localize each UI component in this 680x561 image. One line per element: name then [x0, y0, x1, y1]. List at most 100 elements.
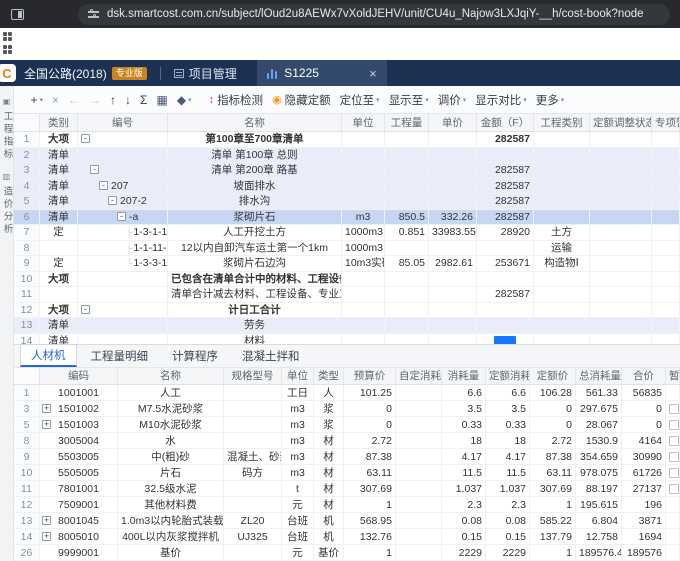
cell-amount[interactable] [477, 303, 534, 318]
collapse-icon[interactable]: - [81, 305, 90, 314]
cell-type[interactable]: 人 [314, 385, 344, 400]
cell-consume[interactable]: 3.5 [442, 401, 486, 416]
cell-custom-consume[interactable] [396, 513, 442, 528]
cell-work-class[interactable]: 土方 [534, 225, 590, 240]
cell-quantity[interactable] [385, 163, 429, 178]
cell-budget-price[interactable]: 63.11 [344, 465, 396, 480]
cell-quota-price[interactable]: 1 [530, 545, 576, 560]
cell-quota-consume[interactable]: 2229 [486, 545, 530, 560]
cost-row[interactable]: 3清单-清单 第200章 路基282587 [14, 163, 680, 179]
cell-name[interactable]: 清单 第200章 路基 [168, 163, 342, 178]
cell-unit-price[interactable] [429, 163, 477, 178]
cell-quota-price[interactable]: 0 [530, 401, 576, 416]
url-input[interactable]: dsk.smartcost.com.cn/subject/lOud2u8AEWx… [78, 4, 670, 25]
cell-name[interactable]: 中(粗)砂 [118, 449, 224, 464]
cell-spec[interactable] [224, 401, 282, 416]
cell-spec[interactable] [224, 481, 282, 496]
cell-spec[interactable]: 码方 [224, 465, 282, 480]
cell-amount[interactable] [477, 318, 534, 333]
undo-button[interactable]: ← [64, 89, 85, 111]
cell-quota-price[interactable]: 137.79 [530, 529, 576, 544]
cell-unit[interactable]: 台班 [282, 513, 314, 528]
cell-special[interactable] [652, 241, 680, 256]
cell-adjust-status[interactable] [590, 318, 652, 333]
cell-quota-price[interactable]: 106.28 [530, 385, 576, 400]
cell-type[interactable]: 基价 [314, 545, 344, 560]
cell-special[interactable] [652, 210, 680, 225]
cell-special[interactable] [652, 132, 680, 147]
cell-work-class[interactable] [534, 163, 590, 178]
cell-total-consume[interactable]: 12.758 [576, 529, 622, 544]
cell-code[interactable]: 5503005 [40, 449, 118, 464]
cell-quantity[interactable] [385, 272, 429, 287]
cost-row[interactable]: 10大项已包含在清单合计中的材料、工程设备 [14, 272, 680, 288]
grid-icon[interactable] [3, 32, 12, 41]
cell-code[interactable]: - [78, 132, 168, 147]
cell-code[interactable]: 3005004 [40, 433, 118, 448]
cell-unit[interactable]: 元 [282, 497, 314, 512]
cell-name[interactable]: 排水沟 [168, 194, 342, 209]
side-panel-icon[interactable] [11, 9, 24, 20]
cell-estimate[interactable] [666, 401, 680, 416]
expand-icon[interactable]: + [42, 420, 51, 429]
cell-code[interactable]: ├1-1-11-7 [78, 241, 168, 256]
cell-name[interactable]: 浆砌片石 [168, 210, 342, 225]
move-down-button[interactable]: ↓ [121, 89, 136, 111]
cell-category[interactable]: 清单 [40, 163, 78, 178]
cell-quantity[interactable] [385, 287, 429, 302]
cell-spec[interactable]: ZL20 [224, 513, 282, 528]
cell-unit[interactable] [342, 303, 385, 318]
cell-quantity[interactable] [385, 303, 429, 318]
resource-row[interactable]: 5+1501003M10水泥砂浆m3浆00.330.33028.0670 [14, 417, 680, 433]
cell-custom-consume[interactable] [396, 417, 442, 432]
cell-quota-consume[interactable]: 18 [486, 433, 530, 448]
cell-budget-price[interactable]: 2.72 [344, 433, 396, 448]
cell-unit-price[interactable]: 332.26 [429, 210, 477, 225]
cell-code[interactable]: ├1-3-1-1 [78, 225, 168, 240]
cell-code[interactable] [78, 318, 168, 333]
cell-budget-price[interactable]: 1 [344, 545, 396, 560]
cell-name[interactable]: 400L以内灰浆搅拌机 [118, 529, 224, 544]
collapse-icon[interactable]: - [108, 196, 117, 205]
tab-concrete-mix[interactable]: 混凝土拌和 [232, 345, 310, 367]
cell-unit[interactable] [342, 194, 385, 209]
collapse-icon[interactable]: - [99, 181, 108, 190]
cell-quota-price[interactable]: 2.72 [530, 433, 576, 448]
cell-work-class[interactable] [534, 148, 590, 163]
estimate-checkbox[interactable] [669, 436, 679, 446]
close-icon[interactable]: × [369, 67, 377, 80]
cell-budget-price[interactable]: 0 [344, 401, 396, 416]
cell-budget-price[interactable]: 0 [344, 417, 396, 432]
cell-special[interactable] [652, 225, 680, 240]
cell-total-price[interactable]: 0 [622, 401, 666, 416]
resource-row[interactable]: 269999001基价元基价1222922291189576.45189576 [14, 545, 680, 561]
cell-total-consume[interactable]: 189576.45 [576, 545, 622, 560]
project-metrics-rail-item[interactable]: ▣工程指标 [0, 86, 13, 161]
cell-amount[interactable]: 282587 [477, 210, 534, 225]
cell-type[interactable]: 浆 [314, 417, 344, 432]
cell-amount[interactable]: 282587 [477, 179, 534, 194]
cell-spec[interactable] [224, 497, 282, 512]
cell-code[interactable]: └1-3-3-1 [78, 256, 168, 271]
cell-budget-price[interactable]: 132.76 [344, 529, 396, 544]
cell-unit-price[interactable] [429, 148, 477, 163]
tab-calc-program[interactable]: 计算程序 [162, 345, 228, 367]
cell-unit-price[interactable] [429, 132, 477, 147]
cell-amount[interactable]: 282587 [477, 163, 534, 178]
cell-quantity[interactable]: 850.5 [385, 210, 429, 225]
cell-code[interactable]: 1001001 [40, 385, 118, 400]
estimate-checkbox[interactable] [669, 420, 679, 430]
cell-amount[interactable]: 253671 [477, 256, 534, 271]
cell-unit[interactable]: m3 [282, 433, 314, 448]
cell-consume[interactable]: 2.3 [442, 497, 486, 512]
cell-total-price[interactable]: 61726 [622, 465, 666, 480]
cell-code[interactable]: +1501002 [40, 401, 118, 416]
cell-code[interactable] [78, 334, 168, 345]
cell-spec[interactable]: 混凝土、砂浆用中砂 [224, 449, 282, 464]
cell-adjust-status[interactable] [590, 179, 652, 194]
cell-unit[interactable]: 1000m3 [342, 241, 385, 256]
cell-work-class[interactable]: 构造物Ⅰ [534, 256, 590, 271]
cell-unit[interactable]: m3 [282, 401, 314, 416]
cell-type[interactable]: 材 [314, 449, 344, 464]
cell-adjust-status[interactable] [590, 194, 652, 209]
